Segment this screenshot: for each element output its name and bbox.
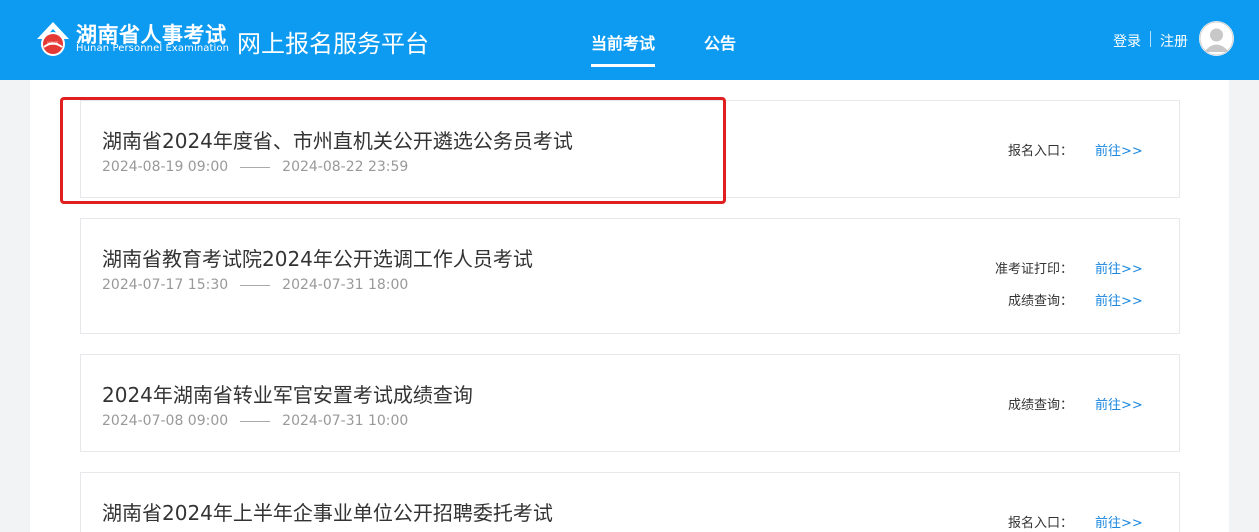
exam-title[interactable]: 湖南省教育考试院2024年公开选调工作人员考试	[102, 243, 533, 272]
exam-card: 湖南省2024年上半年企事业单位公开招聘委托考试 报名入口： 前往>>	[80, 472, 1180, 532]
platform-title: 网上报名服务平台	[237, 30, 429, 58]
exam-end-time: 2024-08-22 23:59	[282, 159, 409, 175]
nav-active-indicator	[591, 64, 655, 67]
nav-current-exams[interactable]: 当前考试	[591, 30, 655, 54]
exam-end-time: 2024-07-31 10:00	[282, 413, 409, 429]
top-header: HNKS 湖南省人事考试 Hunan Personnel Examination…	[0, 0, 1259, 80]
exam-end-time: 2024-07-31 18:00	[282, 277, 409, 293]
action-label-register: 报名入口：	[1007, 516, 1073, 531]
exam-start-time: 2024-07-17 15:30	[102, 277, 229, 293]
action-link-score-query[interactable]: 前往>>	[1095, 290, 1143, 309]
brand-english-name: Hunan Personnel Examination	[76, 43, 230, 54]
exam-card: 2024年湖南省转业军官安置考试成绩查询 2024-07-08 09:00 202…	[80, 354, 1180, 452]
auth-divider	[1150, 31, 1151, 47]
hnks-logo-icon[interactable]: HNKS	[36, 20, 70, 58]
exam-date-range: 2024-08-19 09:00 2024-08-22 23:59	[102, 159, 408, 175]
exam-start-time: 2024-08-19 09:00	[102, 159, 229, 175]
exam-card: 湖南省2024年度省、市州直机关公开遴选公务员考试 2024-08-19 09:…	[80, 100, 1180, 198]
date-dash	[240, 284, 271, 286]
exam-title[interactable]: 2024年湖南省转业军官安置考试成绩查询	[102, 379, 473, 408]
exam-title[interactable]: 湖南省2024年度省、市州直机关公开遴选公务员考试	[102, 125, 573, 154]
exam-title[interactable]: 湖南省2024年上半年企事业单位公开招聘委托考试	[102, 497, 553, 526]
action-link-admission-ticket[interactable]: 前往>>	[1095, 258, 1143, 277]
date-dash	[240, 166, 271, 168]
exam-start-time: 2024-07-08 09:00	[102, 413, 229, 429]
svg-text:HNKS: HNKS	[47, 41, 59, 46]
action-label-admission-ticket: 准考证打印：	[994, 262, 1073, 277]
action-link-score-query[interactable]: 前往>>	[1095, 394, 1143, 413]
action-link-register[interactable]: 前往>>	[1095, 140, 1143, 159]
action-label-score-query: 成绩查询：	[1007, 294, 1073, 309]
user-avatar-icon[interactable]	[1199, 21, 1234, 56]
exam-card: 湖南省教育考试院2024年公开选调工作人员考试 2024-07-17 15:30…	[80, 218, 1180, 334]
register-link[interactable]: 注册	[1160, 31, 1188, 51]
exam-date-range: 2024-07-08 09:00 2024-07-31 10:00	[102, 413, 408, 429]
action-label-register: 报名入口：	[1007, 144, 1073, 159]
nav-notices[interactable]: 公告	[704, 30, 736, 54]
login-link[interactable]: 登录	[1113, 31, 1141, 51]
action-label-score-query: 成绩查询：	[1007, 398, 1073, 413]
date-dash	[240, 420, 271, 422]
exam-date-range: 2024-07-17 15:30 2024-07-31 18:00	[102, 277, 408, 293]
action-link-register[interactable]: 前往>>	[1095, 512, 1143, 531]
